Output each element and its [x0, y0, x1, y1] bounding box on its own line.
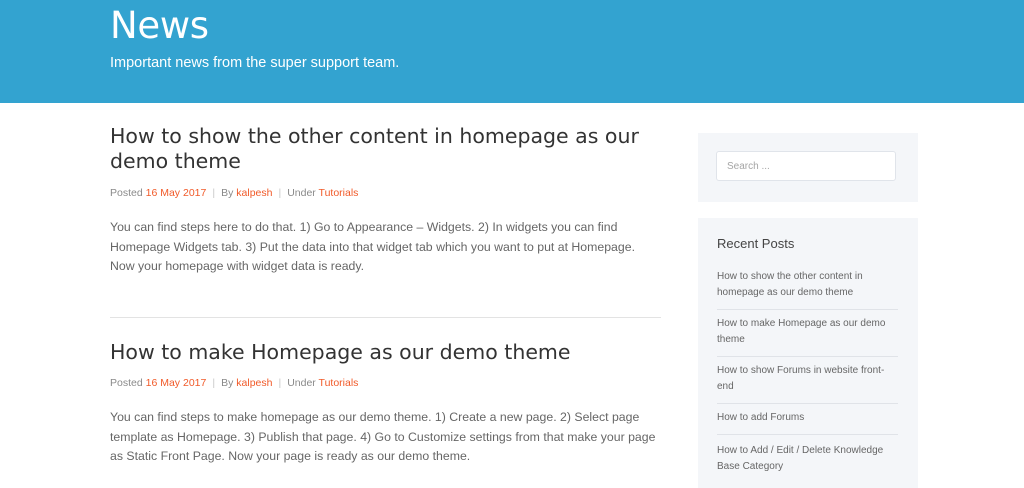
recent-post-link[interactable]: How to add Forums — [717, 404, 898, 435]
post-meta: Posted 16 May 2017 | By kalpesh | Under Tuto… — [110, 376, 661, 390]
search-box — [716, 151, 896, 181]
post-title-link[interactable]: How to make Homepage as our demo theme — [110, 340, 661, 365]
meta-separator: | — [212, 377, 216, 389]
page-subtitle: Important news from the super support te… — [110, 55, 400, 71]
recent-post-link[interactable]: How to show Forums in website front-end — [717, 357, 898, 404]
recent-posts-list: How to show the other content in homepag… — [717, 269, 898, 481]
meta-separator: | — [278, 377, 282, 389]
recent-post-link[interactable]: How to show the other content in homepag… — [717, 269, 898, 310]
post-category-link[interactable]: Tutorials — [319, 187, 359, 199]
recent-posts-widget: Recent Posts How to show the other conte… — [698, 218, 918, 488]
post-title-link[interactable]: How to show the other content in homepag… — [110, 124, 661, 174]
post-category-link[interactable]: Tutorials — [319, 377, 359, 389]
search-widget — [698, 133, 918, 202]
post-meta: Posted 16 May 2017 | By kalpesh | Under Tuto… — [110, 186, 661, 200]
post-author-link[interactable]: kalpesh — [236, 187, 272, 199]
posted-label: Posted — [110, 187, 143, 199]
post-author-link[interactable]: kalpesh — [236, 377, 272, 389]
under-label: Under — [287, 377, 316, 389]
recent-post-link[interactable]: How to make Homepage as our demo theme — [717, 310, 898, 357]
post-card: How to make Homepage as our demo theme P… — [110, 340, 661, 467]
by-label: By — [221, 187, 234, 199]
under-label: Under — [287, 187, 316, 199]
meta-separator: | — [212, 187, 216, 199]
post-excerpt: You can find steps here to do that. 1) G… — [110, 220, 635, 273]
post-date-link[interactable]: 16 May 2017 — [146, 187, 207, 199]
post-date-link[interactable]: 16 May 2017 — [146, 377, 207, 389]
recent-posts-title: Recent Posts — [717, 236, 795, 251]
search-input[interactable] — [717, 152, 895, 180]
page-title: News — [110, 4, 209, 47]
meta-separator: | — [278, 187, 282, 199]
post-card: How to show the other content in homepag… — [110, 124, 661, 277]
posted-label: Posted — [110, 377, 143, 389]
page-header: News Important news from the super suppo… — [0, 0, 1024, 103]
recent-post-link[interactable]: How to Add / Edit / Delete Knowledge Bas… — [717, 435, 898, 481]
post-excerpt: You can find steps to make homepage as o… — [110, 410, 656, 463]
by-label: By — [221, 377, 234, 389]
post-divider — [110, 317, 661, 318]
